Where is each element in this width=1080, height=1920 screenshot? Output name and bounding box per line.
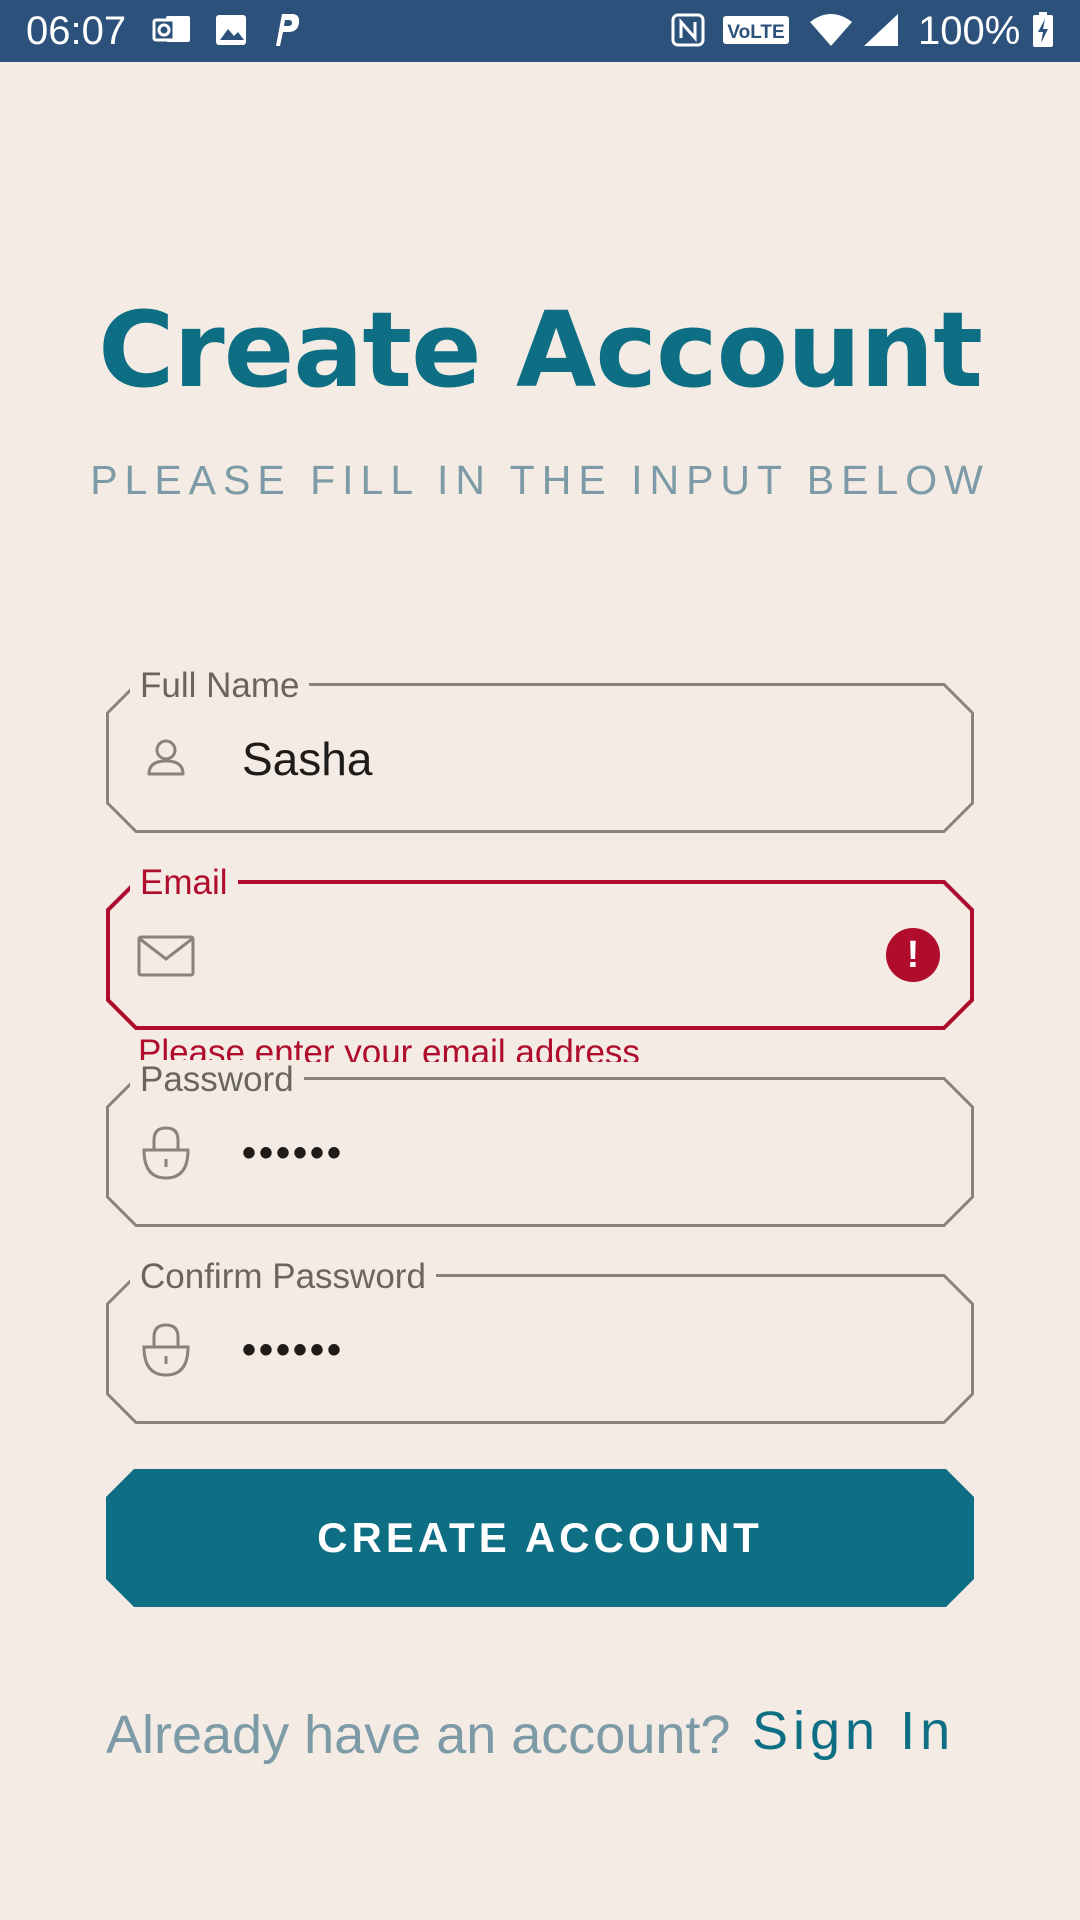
page-title: Create Account: [98, 289, 983, 411]
gallery-icon: [216, 15, 246, 45]
person-icon: [147, 739, 185, 776]
parking-icon: [276, 14, 300, 46]
nfc-icon: [671, 13, 705, 47]
password-field[interactable]: Password ••••••: [106, 1060, 974, 1227]
status-time: 06:07: [26, 9, 127, 53]
password-input[interactable]: ••••••: [242, 1125, 344, 1181]
battery-level: 100%: [918, 9, 1021, 53]
error-icon: !: [886, 928, 940, 982]
create-account-button[interactable]: CREATE ACCOUNT: [106, 1469, 974, 1607]
full-name-input[interactable]: Sasha: [242, 731, 372, 787]
lock-icon: [142, 1126, 190, 1180]
confirm-password-label: Confirm Password: [130, 1257, 436, 1297]
email-error-container: Please enter your email address: [138, 1030, 938, 1062]
wifi-icon: [810, 14, 852, 46]
email-field[interactable]: Email !: [106, 863, 974, 1030]
email-label: Email: [130, 863, 238, 903]
password-label: Password: [130, 1060, 304, 1100]
sign-in-row: Already have an account? Sign In: [106, 1700, 986, 1770]
full-name-label: Full Name: [130, 666, 310, 706]
confirm-password-field[interactable]: Confirm Password ••••••: [106, 1257, 974, 1424]
email-error-message: Please enter your email address: [138, 1033, 640, 1062]
confirm-password-input[interactable]: ••••••: [242, 1322, 344, 1378]
full-name-field[interactable]: Full Name Sasha: [106, 666, 974, 833]
lock-icon: [142, 1323, 190, 1377]
battery-charging-icon: [1033, 12, 1053, 47]
sign-in-prompt: Already have an account?: [106, 1705, 731, 1765]
status-bar: 06:07 VoLTE 100%: [0, 0, 1080, 62]
outlook-icon: [152, 16, 190, 42]
svg-text:VoLTE: VoLTE: [727, 22, 784, 43]
page-subtitle: PLEASE FILL IN THE INPUT BELOW: [90, 457, 990, 503]
volte-icon: VoLTE: [723, 16, 789, 44]
signal-icon: [864, 14, 898, 46]
mail-icon: [137, 935, 195, 977]
create-account-label: CREATE ACCOUNT: [317, 1514, 763, 1561]
sign-in-link[interactable]: Sign In: [752, 1696, 955, 1766]
